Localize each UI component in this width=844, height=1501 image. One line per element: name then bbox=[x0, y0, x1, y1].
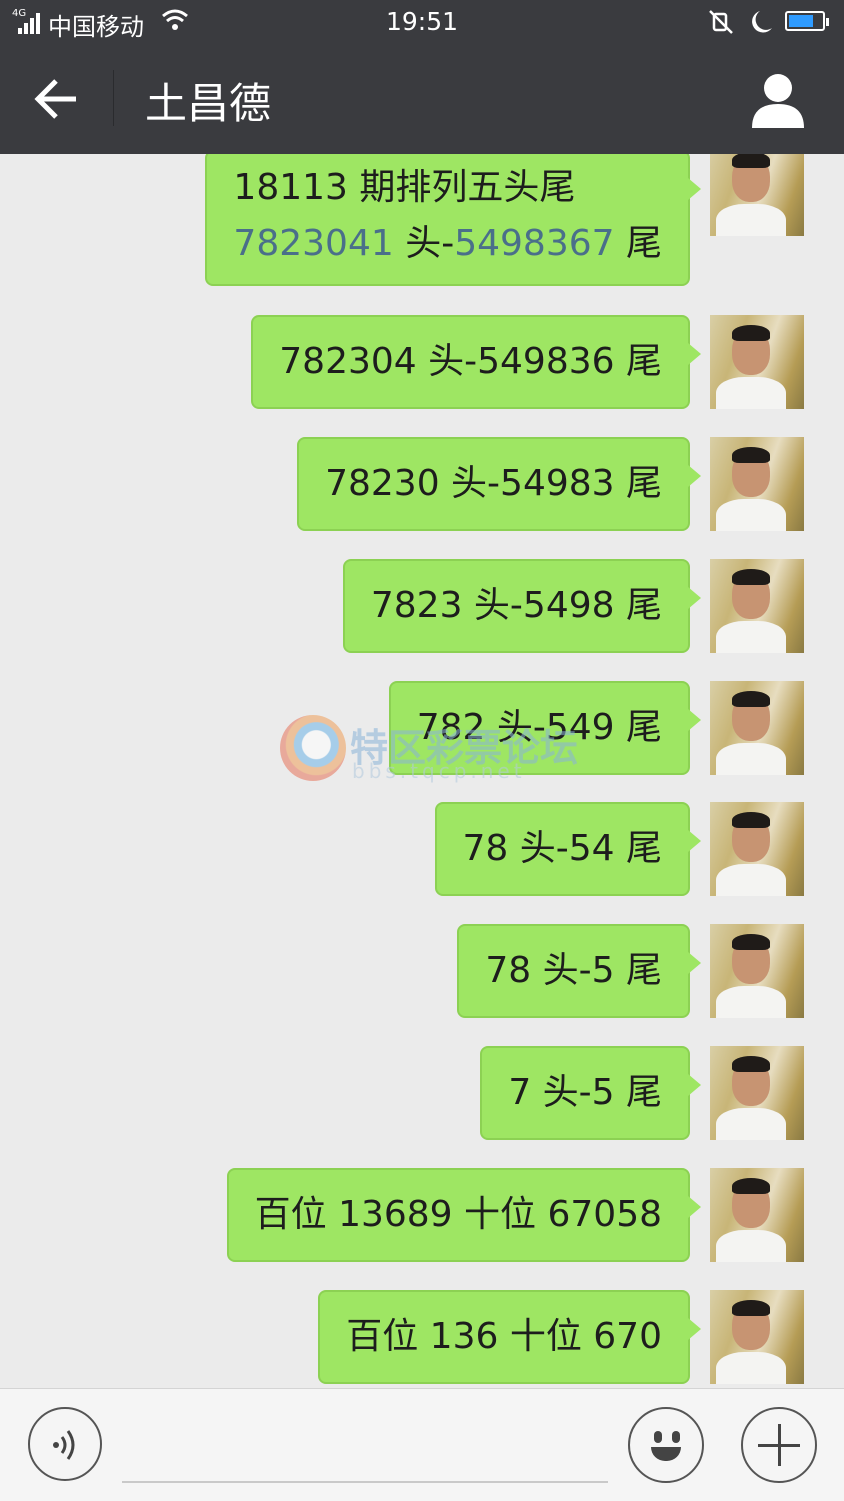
message-bubble[interactable]: 78230 头-54983 尾 bbox=[297, 437, 701, 531]
watermark-url: bbs.tqcp.net bbox=[352, 759, 526, 783]
message-bubble[interactable]: 7 头-5 尾 bbox=[480, 1046, 701, 1140]
message-bubble[interactable]: 18113 期排列五头尾 7823041 头-5498367 尾 bbox=[205, 154, 701, 286]
header-divider bbox=[113, 70, 114, 126]
voice-icon bbox=[53, 1430, 75, 1460]
status-bar: 4G 中国移动 19:51 bbox=[0, 0, 844, 44]
page-title: 土昌德 bbox=[145, 79, 272, 128]
voice-button[interactable] bbox=[28, 1407, 102, 1481]
message-bubble[interactable]: 百位 136 十位 670 bbox=[318, 1290, 701, 1384]
avatar[interactable] bbox=[710, 924, 804, 1018]
message-bubble[interactable]: 78 头-5 尾 bbox=[457, 924, 701, 1018]
message-text: 18113 期排列五头尾 bbox=[233, 167, 576, 208]
message-bubble[interactable]: 78 头-54 尾 bbox=[434, 802, 701, 896]
input-bar bbox=[0, 1388, 844, 1501]
avatar[interactable] bbox=[710, 437, 804, 531]
avatar[interactable] bbox=[710, 1168, 804, 1262]
plus-button[interactable] bbox=[741, 1407, 817, 1483]
message-bubble[interactable]: 782304 头-549836 尾 bbox=[251, 315, 701, 409]
avatar[interactable] bbox=[710, 802, 804, 896]
back-arrow-icon[interactable] bbox=[30, 74, 86, 124]
emoji-button[interactable] bbox=[628, 1407, 704, 1483]
message-text-line2: 7823041 头-5498367 尾 bbox=[233, 223, 662, 264]
avatar[interactable] bbox=[710, 1046, 804, 1140]
avatar[interactable] bbox=[710, 1290, 804, 1384]
message-input[interactable] bbox=[122, 1481, 608, 1483]
avatar[interactable] bbox=[710, 154, 804, 236]
profile-icon[interactable] bbox=[748, 72, 808, 128]
avatar[interactable] bbox=[710, 315, 804, 409]
silent-moon-icons bbox=[709, 10, 772, 34]
avatar[interactable] bbox=[710, 559, 804, 653]
chat-header: 土昌德 bbox=[0, 44, 844, 154]
message-bubble[interactable]: 百位 13689 十位 67058 bbox=[226, 1168, 702, 1262]
message-bubble[interactable]: 7823 头-5498 尾 bbox=[342, 559, 702, 653]
avatar[interactable] bbox=[710, 681, 804, 775]
battery-icon bbox=[785, 11, 829, 31]
watermark-logo-icon bbox=[280, 715, 346, 781]
